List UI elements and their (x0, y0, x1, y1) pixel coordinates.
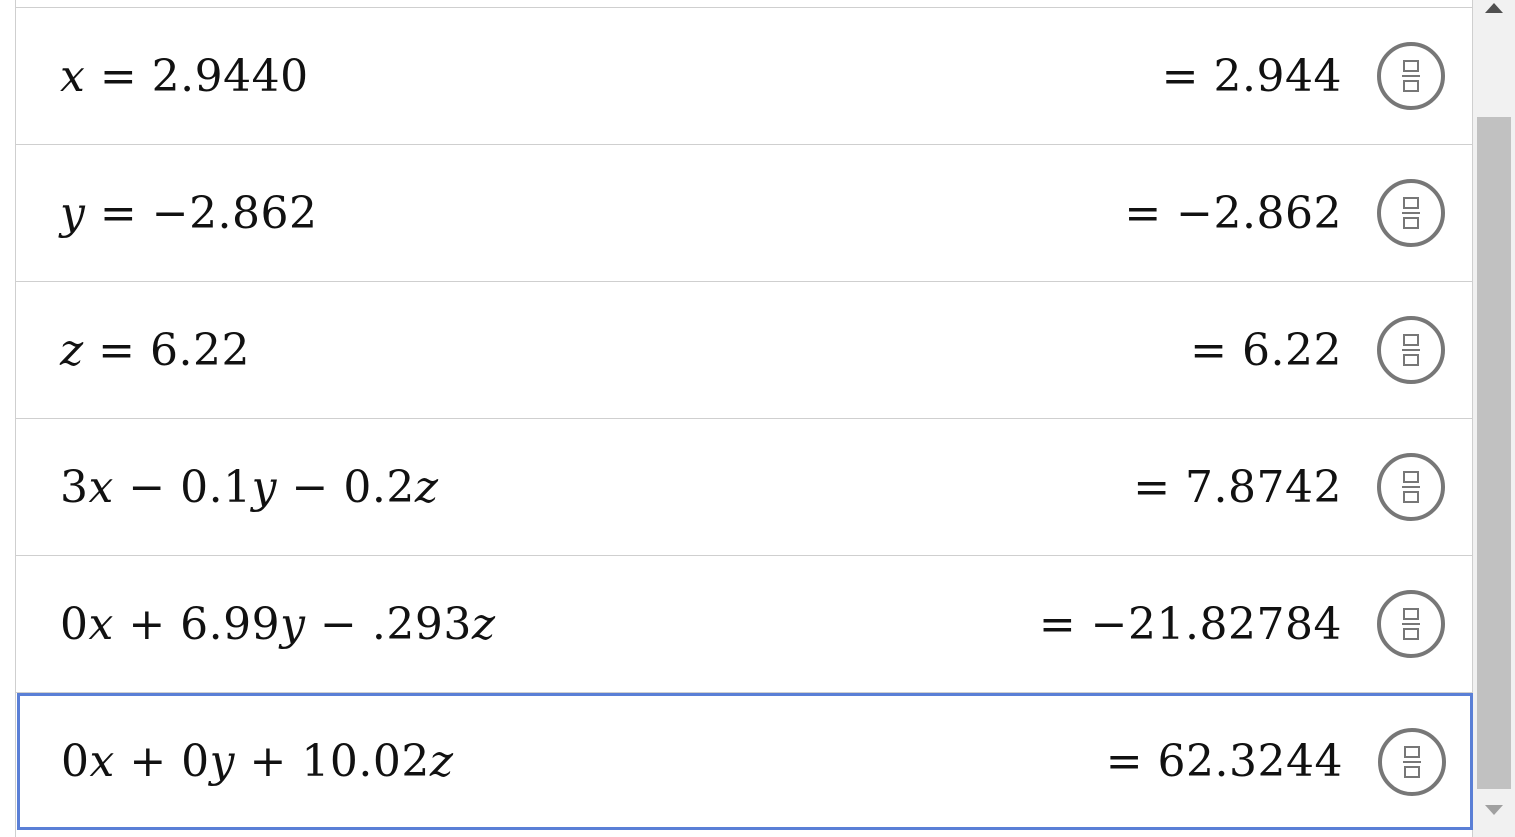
expression-row-6-selected[interactable]: 0x + 0y + 10.02 z = 62.3244 (17, 693, 1473, 830)
fraction-toggle-button[interactable] (1377, 453, 1445, 521)
fraction-toggle-button[interactable] (1377, 42, 1445, 110)
fraction-icon (1403, 745, 1421, 778)
triangle-up-icon (1485, 3, 1503, 13)
expression-row-4[interactable]: 3x − 0.1 y − 0.2 z = 7.8742 (16, 419, 1472, 556)
variable-symbol: y (209, 736, 236, 787)
variable-symbol: y (251, 461, 278, 513)
expression-result: = 2.944 (1161, 50, 1342, 102)
variable-symbol: x (88, 598, 114, 650)
variable-symbol: x (88, 461, 114, 513)
expression-row-3[interactable]: z = 6.22 = 6.22 (16, 282, 1472, 419)
variable-symbol: z (471, 598, 496, 650)
expression-input[interactable]: 0x + 6.99 y − .293 z (60, 556, 496, 692)
expression-text: − .293 (305, 598, 472, 650)
fraction-toggle-button[interactable] (1377, 179, 1445, 247)
variable-symbol: z (60, 324, 84, 376)
variable-symbol: y (280, 598, 306, 650)
fraction-toggle-button[interactable] (1377, 590, 1445, 658)
expression-text: + 6.99 (113, 598, 281, 650)
fraction-icon (1402, 60, 1420, 92)
expression-result: = −2.862 (1124, 187, 1342, 239)
expression-list: x = 2.9440 = 2.944 y = −2.862 = −2.862 z… (15, 0, 1473, 837)
variable-symbol: z (414, 461, 439, 513)
scroll-down-button[interactable] (1473, 802, 1515, 818)
expression-text: − 0.2 (277, 461, 415, 513)
variable-symbol: x (60, 50, 86, 102)
scrollbar-thumb[interactable] (1477, 117, 1511, 789)
expression-text: 0 (61, 736, 90, 787)
variable-symbol: z (429, 736, 454, 787)
expression-input[interactable]: 0x + 0y + 10.02 z (61, 696, 454, 827)
expression-result: = 62.3244 (1105, 736, 1343, 787)
expression-text: 0 (60, 598, 89, 650)
fraction-icon (1402, 334, 1420, 366)
expression-text: + 0 (114, 736, 210, 787)
expression-result: = 7.8742 (1133, 461, 1342, 513)
fraction-icon (1402, 197, 1420, 229)
expression-row-1[interactable]: x = 2.9440 = 2.944 (16, 8, 1472, 145)
variable-symbol: y (60, 187, 86, 239)
expression-input[interactable]: x = 2.9440 (60, 8, 309, 144)
expression-row-5[interactable]: 0x + 6.99 y − .293 z = −21.82784 (16, 556, 1472, 693)
expression-text: = 6.22 (83, 324, 250, 376)
variable-symbol: x (89, 736, 115, 787)
expression-text: = 2.9440 (85, 50, 309, 102)
expression-text: + 10.02 (235, 736, 430, 787)
expression-result: = −21.82784 (1038, 598, 1342, 650)
expression-input[interactable]: z = 6.22 (60, 282, 250, 418)
vertical-scrollbar[interactable] (1473, 0, 1515, 837)
triangle-down-icon (1485, 805, 1503, 815)
fraction-icon (1402, 471, 1420, 503)
fraction-toggle-button[interactable] (1377, 316, 1445, 384)
expression-text: = −2.862 (85, 187, 318, 239)
expression-text: 3 (60, 461, 89, 513)
fraction-toggle-button[interactable] (1378, 727, 1446, 796)
expression-result: = 6.22 (1190, 324, 1342, 376)
expression-input[interactable]: 3x − 0.1 y − 0.2 z (60, 419, 439, 555)
scroll-up-button[interactable] (1473, 0, 1515, 16)
expression-input[interactable]: y = −2.862 (60, 145, 318, 281)
fraction-icon (1402, 608, 1420, 640)
expression-row-2[interactable]: y = −2.862 = −2.862 (16, 145, 1472, 282)
expression-text: − 0.1 (113, 461, 252, 513)
